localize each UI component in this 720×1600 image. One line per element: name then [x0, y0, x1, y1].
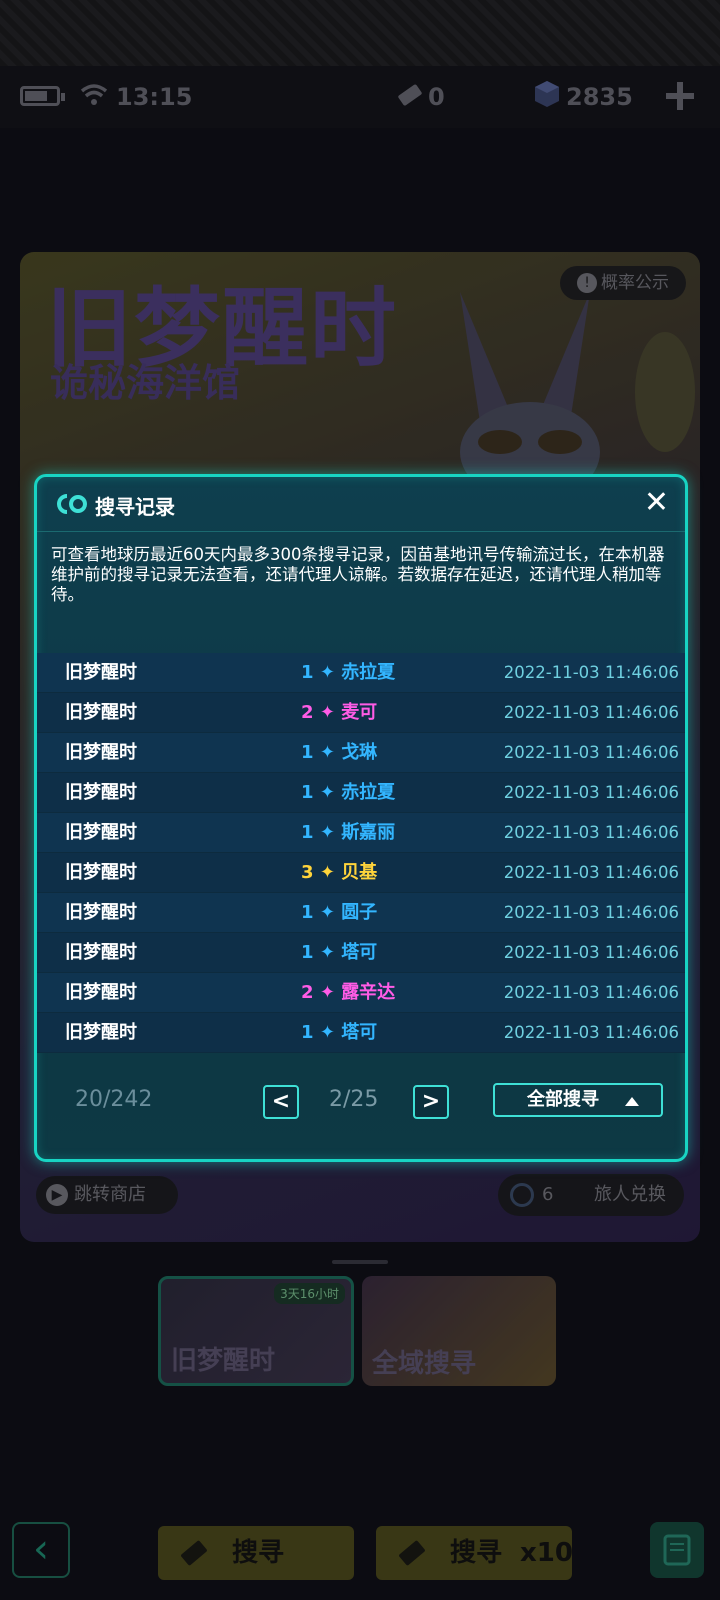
dialog-title: 搜寻记录	[95, 495, 175, 519]
record-result: 3 ✦ 贝基	[301, 853, 377, 892]
record-rarity: 1	[301, 742, 314, 763]
record-rarity: 2	[301, 982, 314, 1003]
dialog-header: 搜寻记录 ✕	[37, 477, 685, 533]
record-result: 2 ✦ 露辛达	[301, 973, 395, 1012]
caret-up-icon	[625, 1097, 639, 1106]
record-row: 旧梦醒时 1 ✦ 赤拉夏 2022-11-03 11:46:06	[37, 773, 685, 813]
record-character: 圆子	[341, 902, 378, 923]
record-character: 斯嘉丽	[341, 822, 396, 843]
record-time: 2022-11-03 11:46:06	[503, 663, 679, 682]
record-rarity: 1	[301, 902, 314, 923]
record-time: 2022-11-03 11:46:06	[503, 1023, 679, 1042]
record-row: 旧梦醒时 1 ✦ 赤拉夏 2022-11-03 11:46:06	[37, 653, 685, 693]
star-icon: ✦	[319, 902, 335, 923]
record-pool: 旧梦醒时	[65, 742, 137, 763]
filter-label: 全部搜寻	[527, 1089, 599, 1110]
record-pool: 旧梦醒时	[65, 942, 137, 963]
record-rarity: 1	[301, 662, 314, 683]
chevron-right-icon: >	[421, 1089, 441, 1114]
record-pool: 旧梦醒时	[65, 702, 137, 723]
record-time: 2022-11-03 11:46:06	[503, 783, 679, 802]
search-record-dialog: 搜寻记录 ✕ 可查看地球历最近60天内最多300条搜寻记录，因苗基地讯号传输流过…	[34, 474, 688, 1162]
star-icon: ✦	[319, 662, 335, 683]
record-pool: 旧梦醒时	[65, 982, 137, 1003]
dialog-notice: 可查看地球历最近60天内最多300条搜寻记录，因苗基地讯号传输流过长，在本机器维…	[51, 545, 665, 604]
close-icon[interactable]: ✕	[644, 485, 669, 521]
record-row: 旧梦醒时 2 ✦ 露辛达 2022-11-03 11:46:06	[37, 973, 685, 1013]
record-result: 1 ✦ 塔可	[301, 933, 377, 972]
filter-dropdown[interactable]: 全部搜寻	[493, 1083, 663, 1117]
record-character: 戈琳	[341, 742, 378, 763]
star-icon: ✦	[319, 942, 335, 963]
star-icon: ✦	[319, 702, 335, 723]
record-rarity: 1	[301, 942, 314, 963]
record-pool: 旧梦醒时	[65, 1022, 137, 1043]
next-page-button[interactable]: >	[413, 1085, 449, 1119]
record-rarity: 2	[301, 702, 314, 723]
star-icon: ✦	[319, 782, 335, 803]
record-character: 塔可	[341, 942, 378, 963]
record-row: 旧梦醒时 2 ✦ 麦可 2022-11-03 11:46:06	[37, 693, 685, 733]
record-time: 2022-11-03 11:46:06	[503, 703, 679, 722]
record-list: 旧梦醒时 1 ✦ 赤拉夏 2022-11-03 11:46:06 旧梦醒时 2 ✦ 麦可…	[37, 653, 685, 1053]
record-pool: 旧梦醒时	[65, 662, 137, 683]
record-row: 旧梦醒时 1 ✦ 塔可 2022-11-03 11:46:06	[37, 933, 685, 973]
record-pool: 旧梦醒时	[65, 862, 137, 883]
record-rarity: 1	[301, 822, 314, 843]
record-result: 1 ✦ 赤拉夏	[301, 773, 395, 812]
record-time: 2022-11-03 11:46:06	[503, 903, 679, 922]
record-character: 赤拉夏	[341, 782, 396, 803]
record-row: 旧梦醒时 1 ✦ 斯嘉丽 2022-11-03 11:46:06	[37, 813, 685, 853]
record-row: 旧梦醒时 1 ✦ 戈琳 2022-11-03 11:46:06	[37, 733, 685, 773]
record-character: 贝基	[341, 862, 378, 883]
page-indicator: 2/25	[329, 1087, 379, 1112]
prev-page-button[interactable]: <	[263, 1085, 299, 1119]
record-result: 1 ✦ 塔可	[301, 1013, 377, 1052]
record-pool: 旧梦醒时	[65, 782, 137, 803]
record-rarity: 3	[301, 862, 314, 883]
record-result: 1 ✦ 圆子	[301, 893, 377, 932]
record-time: 2022-11-03 11:46:06	[503, 983, 679, 1002]
record-time: 2022-11-03 11:46:06	[503, 743, 679, 762]
record-result: 1 ✦ 赤拉夏	[301, 653, 395, 692]
record-time: 2022-11-03 11:46:06	[503, 943, 679, 962]
star-icon: ✦	[319, 1022, 335, 1043]
star-icon: ✦	[319, 742, 335, 763]
record-logo-icon	[57, 494, 87, 514]
record-character: 塔可	[341, 1022, 378, 1043]
record-result: 1 ✦ 戈琳	[301, 733, 377, 772]
record-count: 20/242	[75, 1087, 153, 1112]
chevron-left-icon: <	[271, 1089, 291, 1114]
record-time: 2022-11-03 11:46:06	[503, 863, 679, 882]
record-row: 旧梦醒时 3 ✦ 贝基 2022-11-03 11:46:06	[37, 853, 685, 893]
record-time: 2022-11-03 11:46:06	[503, 823, 679, 842]
record-character: 麦可	[341, 702, 378, 723]
record-rarity: 1	[301, 782, 314, 803]
star-icon: ✦	[319, 862, 335, 883]
record-row: 旧梦醒时 1 ✦ 塔可 2022-11-03 11:46:06	[37, 1013, 685, 1053]
record-pool: 旧梦醒时	[65, 822, 137, 843]
record-character: 赤拉夏	[341, 662, 396, 683]
record-result: 1 ✦ 斯嘉丽	[301, 813, 395, 852]
record-row: 旧梦醒时 1 ✦ 圆子 2022-11-03 11:46:06	[37, 893, 685, 933]
record-character: 露辛达	[341, 982, 396, 1003]
record-result: 2 ✦ 麦可	[301, 693, 377, 732]
star-icon: ✦	[319, 982, 335, 1003]
record-pool: 旧梦醒时	[65, 902, 137, 923]
record-rarity: 1	[301, 1022, 314, 1043]
star-icon: ✦	[319, 822, 335, 843]
divider	[37, 531, 685, 532]
